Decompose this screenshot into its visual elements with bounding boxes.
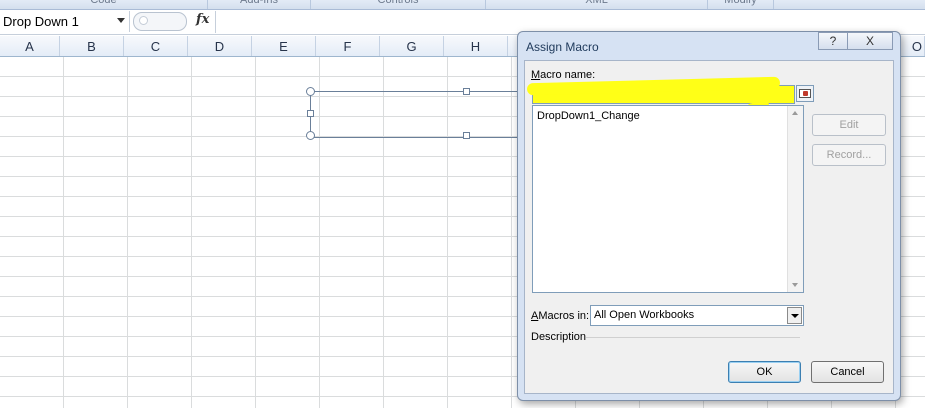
scroll-up-icon[interactable] (792, 111, 798, 115)
macros-in-select[interactable]: All Open Workbooks (590, 305, 804, 326)
scroll-down-icon[interactable] (792, 283, 798, 287)
column-header-d[interactable]: D (188, 36, 252, 56)
column-header-c[interactable]: C (124, 36, 188, 56)
name-box-value: Drop Down 1 (3, 14, 79, 29)
insert-function-icon[interactable]: fx (196, 12, 209, 27)
description-divider (586, 337, 800, 338)
column-header-e[interactable]: E (252, 36, 316, 56)
chevron-down-icon[interactable] (117, 18, 125, 23)
name-box[interactable]: Drop Down 1 (0, 11, 130, 32)
formula-bar-divider (215, 11, 216, 33)
list-item[interactable]: DropDown1_Change (537, 110, 640, 122)
record-button[interactable]: Record... (812, 144, 886, 166)
circle-icon (139, 16, 148, 25)
chevron-down-icon[interactable] (787, 307, 802, 324)
description-label: Description (531, 331, 587, 343)
ribbon-group-add-ins: Add-Ins (208, 0, 311, 9)
column-header-h[interactable]: H (444, 36, 508, 56)
resize-handle-bottom[interactable] (463, 132, 470, 139)
ribbon-group-controls: Controls (311, 0, 486, 9)
help-icon: ? (829, 34, 837, 48)
resize-handle-left[interactable] (307, 110, 314, 117)
ribbon-group-labels: Code Add-Ins Controls XML Modify (0, 0, 925, 10)
column-header-a[interactable]: A (0, 36, 60, 56)
dialog-title: Assign Macro (526, 40, 599, 54)
edit-button[interactable]: Edit (812, 114, 886, 136)
dialog-body: Macro name: DropDown1_Change Edit Record… (524, 60, 894, 394)
column-header-b[interactable]: B (60, 36, 124, 56)
column-header-g[interactable]: G (380, 36, 444, 56)
macro-name-input[interactable] (526, 76, 795, 113)
ribbon-group-modify: Modify (708, 0, 774, 9)
resize-handle-top[interactable] (463, 88, 470, 95)
formula-bar-expand-handle[interactable] (133, 12, 187, 31)
close-icon: X (865, 34, 874, 48)
resize-handle-top-left[interactable] (306, 87, 315, 96)
macro-list-scrollbar[interactable] (787, 106, 803, 292)
resize-handle-bottom-left[interactable] (306, 131, 315, 140)
drop-down-form-control[interactable] (306, 87, 527, 140)
macros-in-value: All Open Workbooks (594, 309, 695, 321)
cancel-button[interactable]: Cancel (811, 361, 884, 383)
macro-name-label: Macro name: (531, 69, 596, 81)
collapse-dialog-button[interactable] (796, 85, 814, 102)
macros-in-label: AMacros in: (531, 310, 590, 322)
formula-input[interactable] (218, 11, 918, 32)
ribbon-group-code: Code (0, 0, 208, 9)
collapse-dialog-icon (799, 89, 811, 98)
ok-button[interactable]: OK (728, 361, 801, 383)
close-button[interactable]: X (847, 32, 893, 50)
ribbon-group-xml: XML (486, 0, 708, 9)
assign-macro-dialog: Assign Macro ? X Macro name: DropDown1_C… (517, 31, 901, 401)
help-button[interactable]: ? (818, 32, 848, 50)
column-header-f[interactable]: F (316, 36, 380, 56)
macro-list[interactable]: DropDown1_Change (532, 105, 804, 293)
